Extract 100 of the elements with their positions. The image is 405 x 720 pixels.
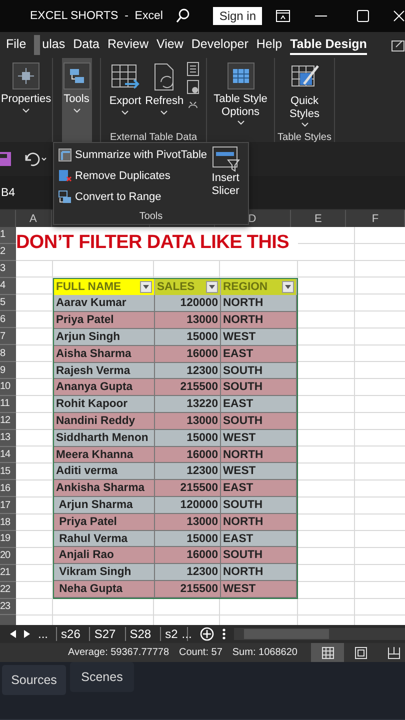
ribbon-tab[interactable]: ulas <box>42 35 66 55</box>
table-cell: Neha Gupta <box>54 581 155 598</box>
table-cell: 12300 <box>155 564 221 582</box>
table-cell: Aisha Sharma <box>54 346 155 363</box>
more-icon <box>222 628 226 640</box>
table-cell: 13220 <box>155 396 221 414</box>
status-stat: Average: 59367.77778 <box>68 647 170 658</box>
ribbon-tab[interactable]: View <box>156 35 184 55</box>
row-header[interactable]: 7 <box>0 328 16 346</box>
style-options-button[interactable]: Table Style Options <box>211 58 270 132</box>
scroll-handle[interactable] <box>34 35 40 55</box>
filter-button[interactable] <box>140 281 152 294</box>
insert-slicer-button[interactable]: Insert Slicer <box>207 146 244 211</box>
table-cell: 16000 <box>155 446 221 464</box>
group-label: Tools <box>139 211 163 224</box>
table-cell: WEST <box>221 329 297 346</box>
table-cell: 215500 <box>155 480 221 498</box>
table-cell: Priya Patel <box>54 514 155 531</box>
table-cell: EAST <box>221 530 297 548</box>
next-icon <box>24 630 30 638</box>
filter-button[interactable] <box>282 281 294 294</box>
caret-icon <box>236 120 244 126</box>
row-header[interactable]: 15 <box>0 463 16 480</box>
table-cell: Arjun Sharma <box>54 497 155 514</box>
ribbon-tab[interactable]: File <box>6 35 26 55</box>
sheet-tab[interactable]: S27 <box>90 627 126 641</box>
table-globe-icon <box>186 80 199 94</box>
row-header[interactable]: 4 <box>0 278 16 295</box>
sign-in-button[interactable]: Sign in <box>213 7 262 25</box>
group-label: Table Styles <box>278 132 332 145</box>
table-cell: 215500 <box>155 379 221 396</box>
table-cell: 13000 <box>155 514 221 531</box>
view-button[interactable] <box>311 643 344 662</box>
row-header[interactable]: 22 <box>0 582 16 599</box>
table-cell: NORTH <box>221 564 297 582</box>
row-header[interactable]: 10 <box>0 379 16 396</box>
ribbon-tab[interactable]: Review <box>108 35 148 55</box>
row-header[interactable]: 20 <box>0 548 16 565</box>
menu-item[interactable]: Summarize with PivotTable <box>58 146 208 164</box>
row-header[interactable]: 13 <box>0 430 16 447</box>
row-header[interactable]: 18 <box>0 514 16 532</box>
table-cell: SOUTH <box>221 497 297 514</box>
table-cell: Ananya Gupta <box>54 379 155 396</box>
row-header[interactable]: 12 <box>0 412 16 430</box>
row-header[interactable]: 6 <box>0 311 16 328</box>
table-cell: 15000 <box>155 530 221 548</box>
table-cell: EAST <box>221 396 297 414</box>
horizontal-scrollbar[interactable] <box>234 628 405 640</box>
table-cell: Meera Khanna <box>54 446 155 464</box>
more-sheets[interactable]: ... <box>38 627 48 641</box>
row-header[interactable]: 19 <box>0 531 16 548</box>
ribbon-tab[interactable]: Help <box>256 35 282 55</box>
column-heading[interactable]: FULL NAME <box>54 278 155 296</box>
status-stat: Count: 57 <box>179 647 222 658</box>
row-header[interactable]: 11 <box>0 396 16 413</box>
share-icon <box>391 38 405 52</box>
row-header[interactable]: 14 <box>0 446 16 464</box>
table-cell: NORTH <box>221 446 297 464</box>
table-cell: 16000 <box>155 547 221 564</box>
row-header[interactable]: 3 <box>0 260 16 278</box>
tools-button[interactable]: Tools <box>62 58 92 142</box>
export-button[interactable]: Export <box>108 58 142 132</box>
group-label: External Table Data <box>110 132 198 145</box>
table-cell: NORTH <box>221 295 297 312</box>
table-cell: Vikram Singh <box>54 564 155 582</box>
filter-button[interactable] <box>206 281 218 294</box>
table-cell: WEST <box>221 430 297 447</box>
row-header[interactable]: 23 <box>0 598 16 616</box>
sheet-tab[interactable]: s26 <box>57 627 90 641</box>
table-cell: Aarav Kumar <box>54 295 155 312</box>
row-header[interactable]: 17 <box>0 497 16 514</box>
ribbon-tab[interactable]: Developer <box>191 35 248 55</box>
table-cell: Rahul Verma <box>54 530 155 548</box>
dock-tab[interactable]: Sources <box>2 665 66 695</box>
ribbon-tab[interactable]: Data <box>73 35 100 55</box>
table-cell: Priya Patel <box>54 312 155 330</box>
caret-icon <box>143 285 149 290</box>
refresh-button[interactable]: Refresh <box>144 58 185 132</box>
row-header[interactable]: 8 <box>0 345 16 362</box>
sheet-heading: DON’T FILTER DATA LIKE THIS <box>16 227 298 260</box>
properties-button[interactable]: Properties <box>0 58 52 132</box>
name-box[interactable]: B4 <box>0 186 16 198</box>
ribbon-tab[interactable]: Table Design <box>290 35 367 55</box>
row-header[interactable]: 16 <box>0 480 16 498</box>
sheet-tab[interactable]: S28 <box>126 627 162 641</box>
menu-item[interactable]: Remove Duplicates <box>58 167 208 185</box>
slicer-icon <box>212 146 240 172</box>
page-layout-icon <box>354 646 367 658</box>
table-cell: 16000 <box>155 346 221 363</box>
row-header[interactable]: 9 <box>0 362 16 380</box>
table-cell: SOUTH <box>221 547 297 564</box>
menu-item[interactable]: Convert to Range <box>58 188 208 206</box>
row-header[interactable]: 5 <box>0 294 16 312</box>
quick-styles-button[interactable]: Quick Styles <box>279 58 330 132</box>
properties-icon <box>12 62 40 90</box>
table-cell: WEST <box>221 581 297 598</box>
dock-tab[interactable]: Scenes <box>70 662 134 692</box>
table-cell: SOUTH <box>221 379 297 396</box>
table-cell: Anjali Rao <box>54 547 155 564</box>
row-header[interactable]: 21 <box>0 564 16 582</box>
